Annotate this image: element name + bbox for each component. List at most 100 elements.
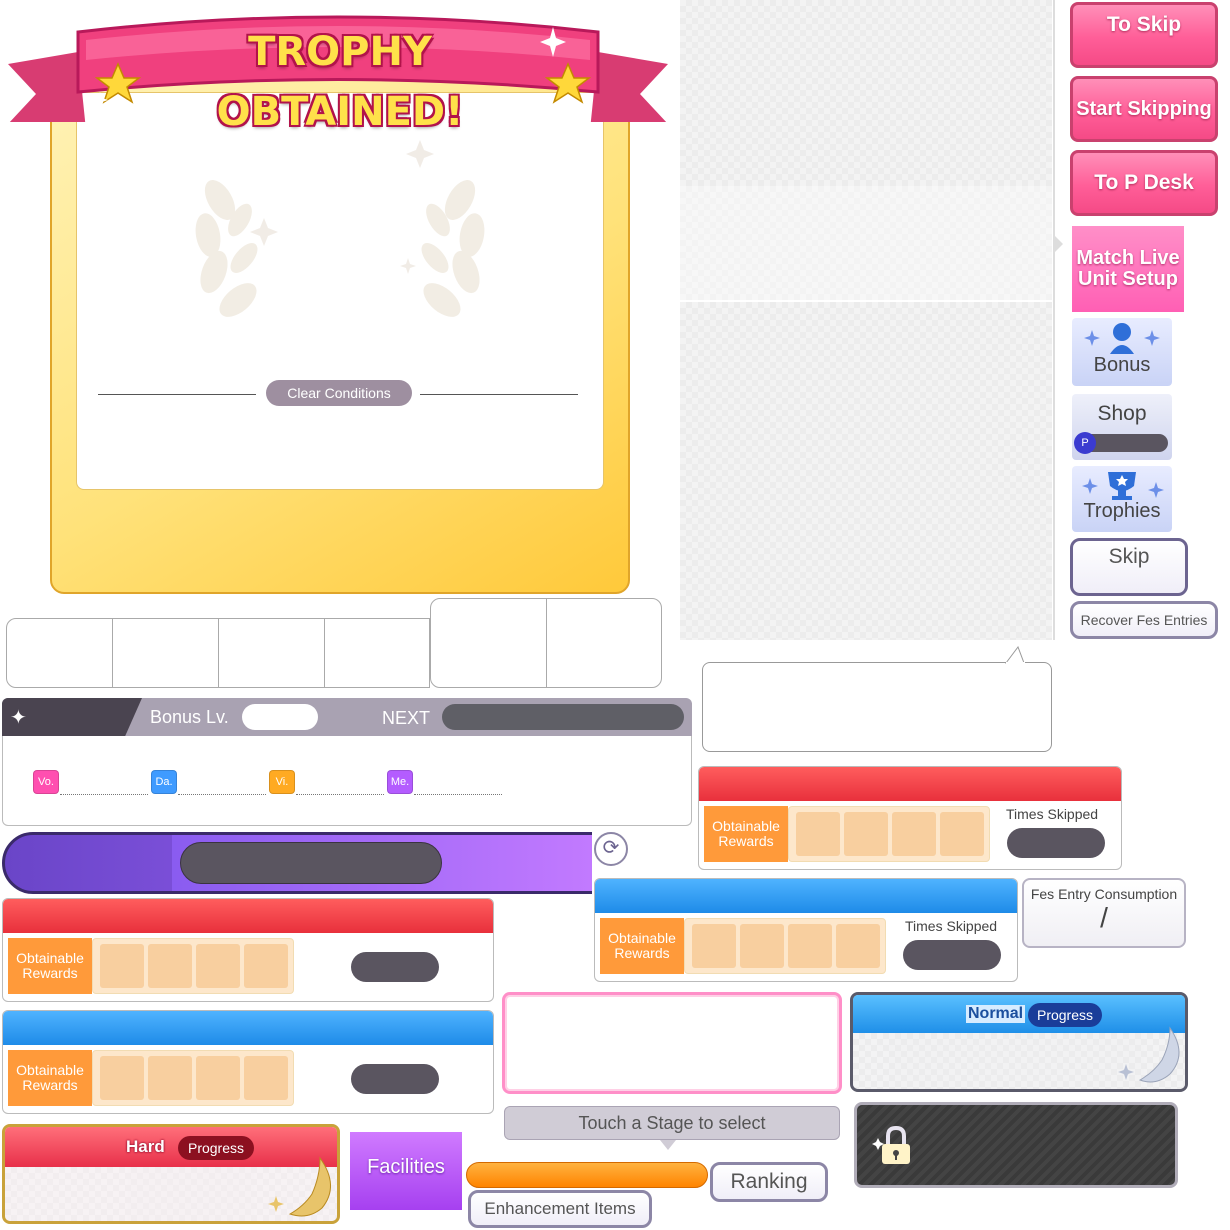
obtainable-line-2: Rewards [22, 1077, 78, 1093]
reward-slot[interactable] [196, 1056, 240, 1100]
panel-arrow [1055, 236, 1063, 252]
reward-panel-header [699, 767, 1121, 801]
trophy-cup-icon [1082, 472, 1164, 500]
slot-divider [112, 618, 113, 688]
refresh-icon[interactable]: ⟳ [594, 832, 628, 866]
visual-tag: Vi. [269, 770, 295, 794]
background-tile-top [680, 0, 1052, 186]
match-live-unit-setup-button[interactable]: Match Live Unit Setup [1072, 226, 1184, 312]
vocal-dots [60, 794, 148, 795]
reward-slot[interactable] [796, 812, 840, 856]
normal-label: Normal [966, 1005, 1026, 1023]
reward-slot[interactable] [244, 1056, 288, 1100]
ranking-button[interactable]: Ranking [710, 1162, 828, 1202]
gold-ornament-icon [268, 1156, 331, 1217]
fes-entry-label: Fes Entry Consumption [1030, 886, 1178, 902]
trophies-button[interactable]: Trophies [1072, 466, 1172, 532]
reward-value-pill [351, 952, 439, 982]
obtainable-line-2: Rewards [22, 965, 78, 981]
reward-slot[interactable] [844, 812, 888, 856]
shop-button[interactable]: Shop P [1072, 394, 1172, 460]
enhancement-items-button[interactable]: Enhancement Items [468, 1190, 652, 1228]
p-coin-icon: P [1074, 432, 1096, 454]
reward-slot[interactable] [100, 944, 144, 988]
dance-dots [178, 794, 266, 795]
reward-slot[interactable] [740, 924, 784, 968]
match-live-label-1: Match Live [1076, 247, 1180, 269]
bonus-stats-panel [2, 736, 692, 826]
hint-tail [660, 1140, 676, 1150]
hard-label: Hard [126, 1137, 165, 1156]
recover-fes-entries-button[interactable]: Recover Fes Entries [1070, 601, 1218, 639]
mental-tag: Me. [387, 770, 413, 794]
obtainable-line-2: Rewards [718, 833, 774, 849]
reward-slot[interactable] [244, 944, 288, 988]
bonus-level-label: Bonus Lv. [150, 707, 229, 727]
trophy-banner-title: TROPHY OBTAINED! [216, 29, 464, 135]
divider-right [420, 394, 578, 395]
obtainable-rewards-label: Obtainable Rewards [600, 918, 684, 974]
background-tile-middle [680, 186, 1052, 300]
bonus-button[interactable]: Bonus [1072, 318, 1172, 386]
purple-bar-value [180, 842, 442, 884]
speech-bubble [702, 662, 1052, 752]
slot-divider [324, 618, 325, 688]
reward-slot[interactable] [940, 812, 984, 856]
to-p-desk-button[interactable]: To P Desk [1070, 150, 1218, 216]
reward-slot[interactable] [100, 1056, 144, 1100]
panel-edge [1053, 0, 1055, 640]
reward-slot[interactable] [836, 924, 880, 968]
times-skipped-label: Times Skipped [905, 918, 998, 934]
obtainable-line-2: Rewards [614, 945, 670, 961]
obtainable-rewards-label: Obtainable Rewards [8, 1050, 92, 1106]
reward-panel-header [3, 899, 493, 933]
divider-left [98, 394, 256, 395]
silver-ornament-icon [1118, 1026, 1180, 1083]
visual-dots [296, 794, 384, 795]
obtainable-line-1: Obtainable [712, 818, 780, 834]
reward-slot[interactable] [692, 924, 736, 968]
bonus-level-value [242, 704, 318, 730]
clear-conditions-label: Clear Conditions [266, 380, 412, 406]
obtainable-line-1: Obtainable [16, 950, 84, 966]
slot-divider [218, 618, 219, 688]
start-skipping-button[interactable]: Start Skipping [1070, 76, 1218, 142]
to-skip-button[interactable]: To Skip [1070, 2, 1218, 68]
touch-stage-hint: Touch a Stage to select [504, 1106, 840, 1140]
obtainable-line-1: Obtainable [608, 930, 676, 946]
times-skipped-value [1007, 828, 1105, 858]
lock-icon [872, 1125, 910, 1164]
skip-button[interactable]: Skip [1070, 538, 1188, 596]
reward-slot[interactable] [196, 944, 240, 988]
reward-slot[interactable] [148, 944, 192, 988]
fes-entry-consumption-box: Fes Entry Consumption / [1022, 878, 1186, 948]
pink-outline-box [502, 992, 842, 1094]
shop-label: Shop [1097, 402, 1147, 425]
hard-progress-tag: Progress [178, 1136, 254, 1160]
background-tile-bottom [680, 302, 1052, 640]
reward-panel-header [595, 879, 1017, 913]
times-skipped-value [903, 940, 1001, 970]
obtainable-line-1: Obtainable [16, 1062, 84, 1078]
orange-progress-bar [466, 1162, 708, 1188]
vocal-tag: Vo. [33, 770, 59, 794]
dance-tag: Da. [151, 770, 177, 794]
next-progress-bar [442, 704, 684, 730]
reward-panel-header [3, 1011, 493, 1045]
bonus-label: Bonus [1093, 354, 1151, 376]
reward-slot[interactable] [788, 924, 832, 968]
match-live-label-2: Unit Setup [1078, 268, 1178, 290]
sparkle-icon: ✦ [10, 707, 27, 729]
slot-divider [546, 598, 547, 688]
trophies-label: Trophies [1083, 500, 1161, 522]
fes-entry-value: / [1100, 902, 1108, 933]
bonus-person-icon [1084, 323, 1160, 354]
reward-slot[interactable] [892, 812, 936, 856]
laurel-icon [195, 140, 485, 317]
obtainable-rewards-label: Obtainable Rewards [8, 938, 92, 994]
obtainable-rewards-label: Obtainable Rewards [704, 806, 788, 862]
facilities-button[interactable]: Facilities [350, 1132, 462, 1210]
reward-slot[interactable] [148, 1056, 192, 1100]
normal-progress-tag: Progress [1028, 1003, 1102, 1027]
reward-value-pill [351, 1064, 439, 1094]
